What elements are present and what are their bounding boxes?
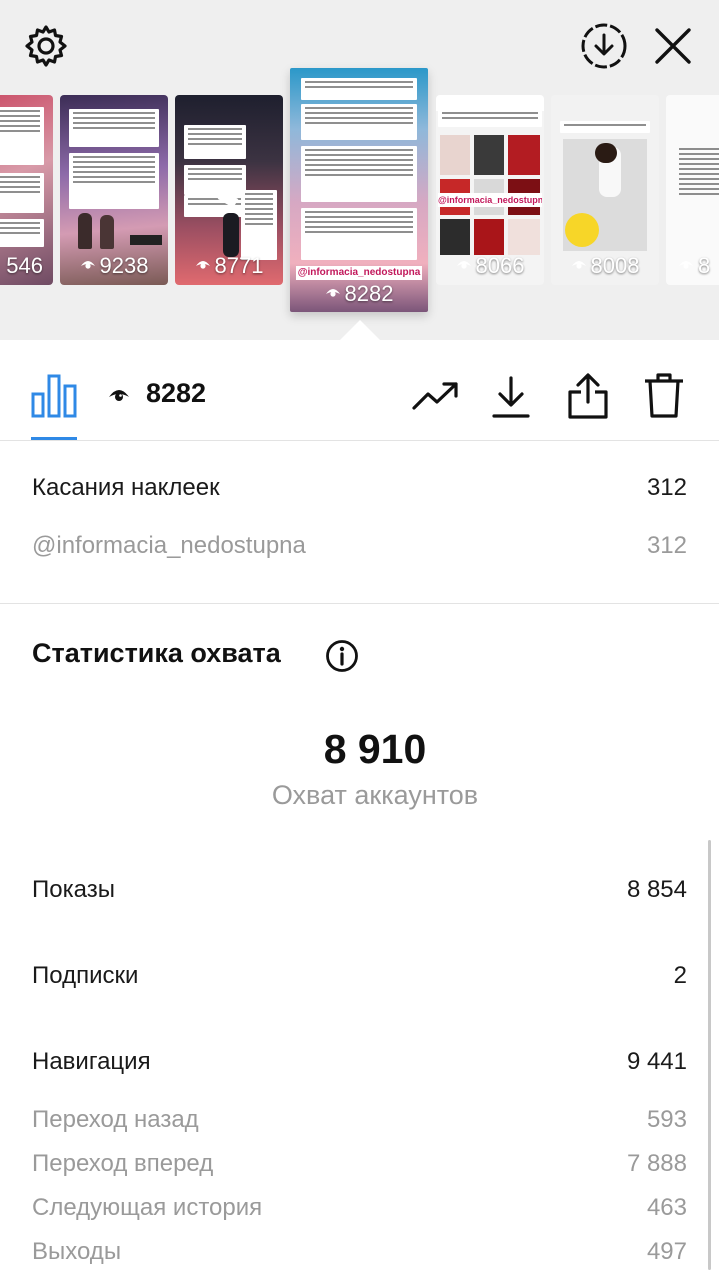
navigation-label: Навигация xyxy=(32,1048,151,1075)
next-story-value: 463 xyxy=(646,1194,687,1221)
impressions-label: Показы xyxy=(32,876,115,903)
story-mention-sticker: @informacia_nedostupna xyxy=(296,266,422,280)
navigation-value: 9 441 xyxy=(626,1048,687,1075)
scrollbar[interactable] xyxy=(708,840,711,1270)
story-mention-sticker: @informacia_nedostupna xyxy=(438,193,542,207)
sticker-taps-value: 312 xyxy=(646,474,687,501)
eye-icon xyxy=(679,261,693,269)
accounts-reached-value: 8 910 xyxy=(323,726,427,772)
story-thumbnail[interactable]: 546 xyxy=(0,95,53,285)
eye-icon xyxy=(456,261,471,269)
story-view-count: 9238 xyxy=(60,253,168,279)
mention-handle: @informacia_nedostupna xyxy=(32,532,306,559)
story-thumbnail-selected[interactable]: @informacia_nedostupna 8282 xyxy=(290,68,428,312)
story-carousel-area: 546 9238 8771 @informacia_nedostupna 828… xyxy=(0,0,719,340)
eye-icon xyxy=(325,289,340,297)
eye-icon xyxy=(80,261,95,269)
mention-taps-value: 312 xyxy=(646,532,687,559)
follows-label: Подписки xyxy=(32,962,139,989)
story-view-count: 8066 xyxy=(436,253,544,279)
eye-icon xyxy=(108,386,130,409)
eye-icon xyxy=(195,261,210,269)
section-divider xyxy=(0,603,719,604)
trending-icon[interactable] xyxy=(412,380,460,417)
story-insights-toolbar: 8282 xyxy=(0,340,719,441)
story-view-count: 8 xyxy=(666,253,719,279)
impressions-value: 8 854 xyxy=(626,876,687,903)
info-icon[interactable] xyxy=(325,639,359,678)
close-icon[interactable] xyxy=(653,26,693,66)
exits-label: Выходы xyxy=(32,1238,122,1265)
story-view-count: 8008 xyxy=(551,253,659,279)
reach-section-title: Статистика охвата xyxy=(32,638,281,668)
accounts-reached-label: Охват аккаунтов xyxy=(271,780,479,810)
download-icon[interactable] xyxy=(490,374,532,425)
forward-label: Переход вперед xyxy=(32,1150,214,1177)
next-story-label: Следующая история xyxy=(32,1194,263,1221)
sticker-taps-label: Касания наклеек xyxy=(32,474,220,501)
story-view-count: 8282 xyxy=(146,378,207,408)
trash-icon[interactable] xyxy=(643,371,685,424)
story-view-count: 8771 xyxy=(175,253,283,279)
settings-gear-icon[interactable] xyxy=(24,24,68,68)
back-label: Переход назад xyxy=(32,1106,199,1133)
selected-story-pointer xyxy=(340,320,380,340)
story-thumbnail[interactable]: 8008 xyxy=(551,95,659,285)
forward-value: 7 888 xyxy=(626,1150,687,1177)
follows-value: 2 xyxy=(673,962,687,989)
story-view-count: 546 xyxy=(6,253,43,278)
exits-value: 497 xyxy=(646,1238,687,1265)
bar-chart-icon[interactable] xyxy=(31,372,77,423)
share-icon[interactable] xyxy=(566,372,610,425)
story-thumbnail[interactable]: 8 xyxy=(666,95,719,285)
download-circle-icon[interactable] xyxy=(580,22,628,70)
back-value: 593 xyxy=(646,1106,687,1133)
story-view-count: 8282 xyxy=(290,281,428,307)
active-tab-indicator xyxy=(31,437,77,440)
eye-icon xyxy=(571,261,586,269)
story-thumbnail[interactable]: @informacia_nedostupna 8066 xyxy=(436,95,544,285)
story-thumbnail[interactable]: 8771 xyxy=(175,95,283,285)
story-thumbnail[interactable]: 9238 xyxy=(60,95,168,285)
